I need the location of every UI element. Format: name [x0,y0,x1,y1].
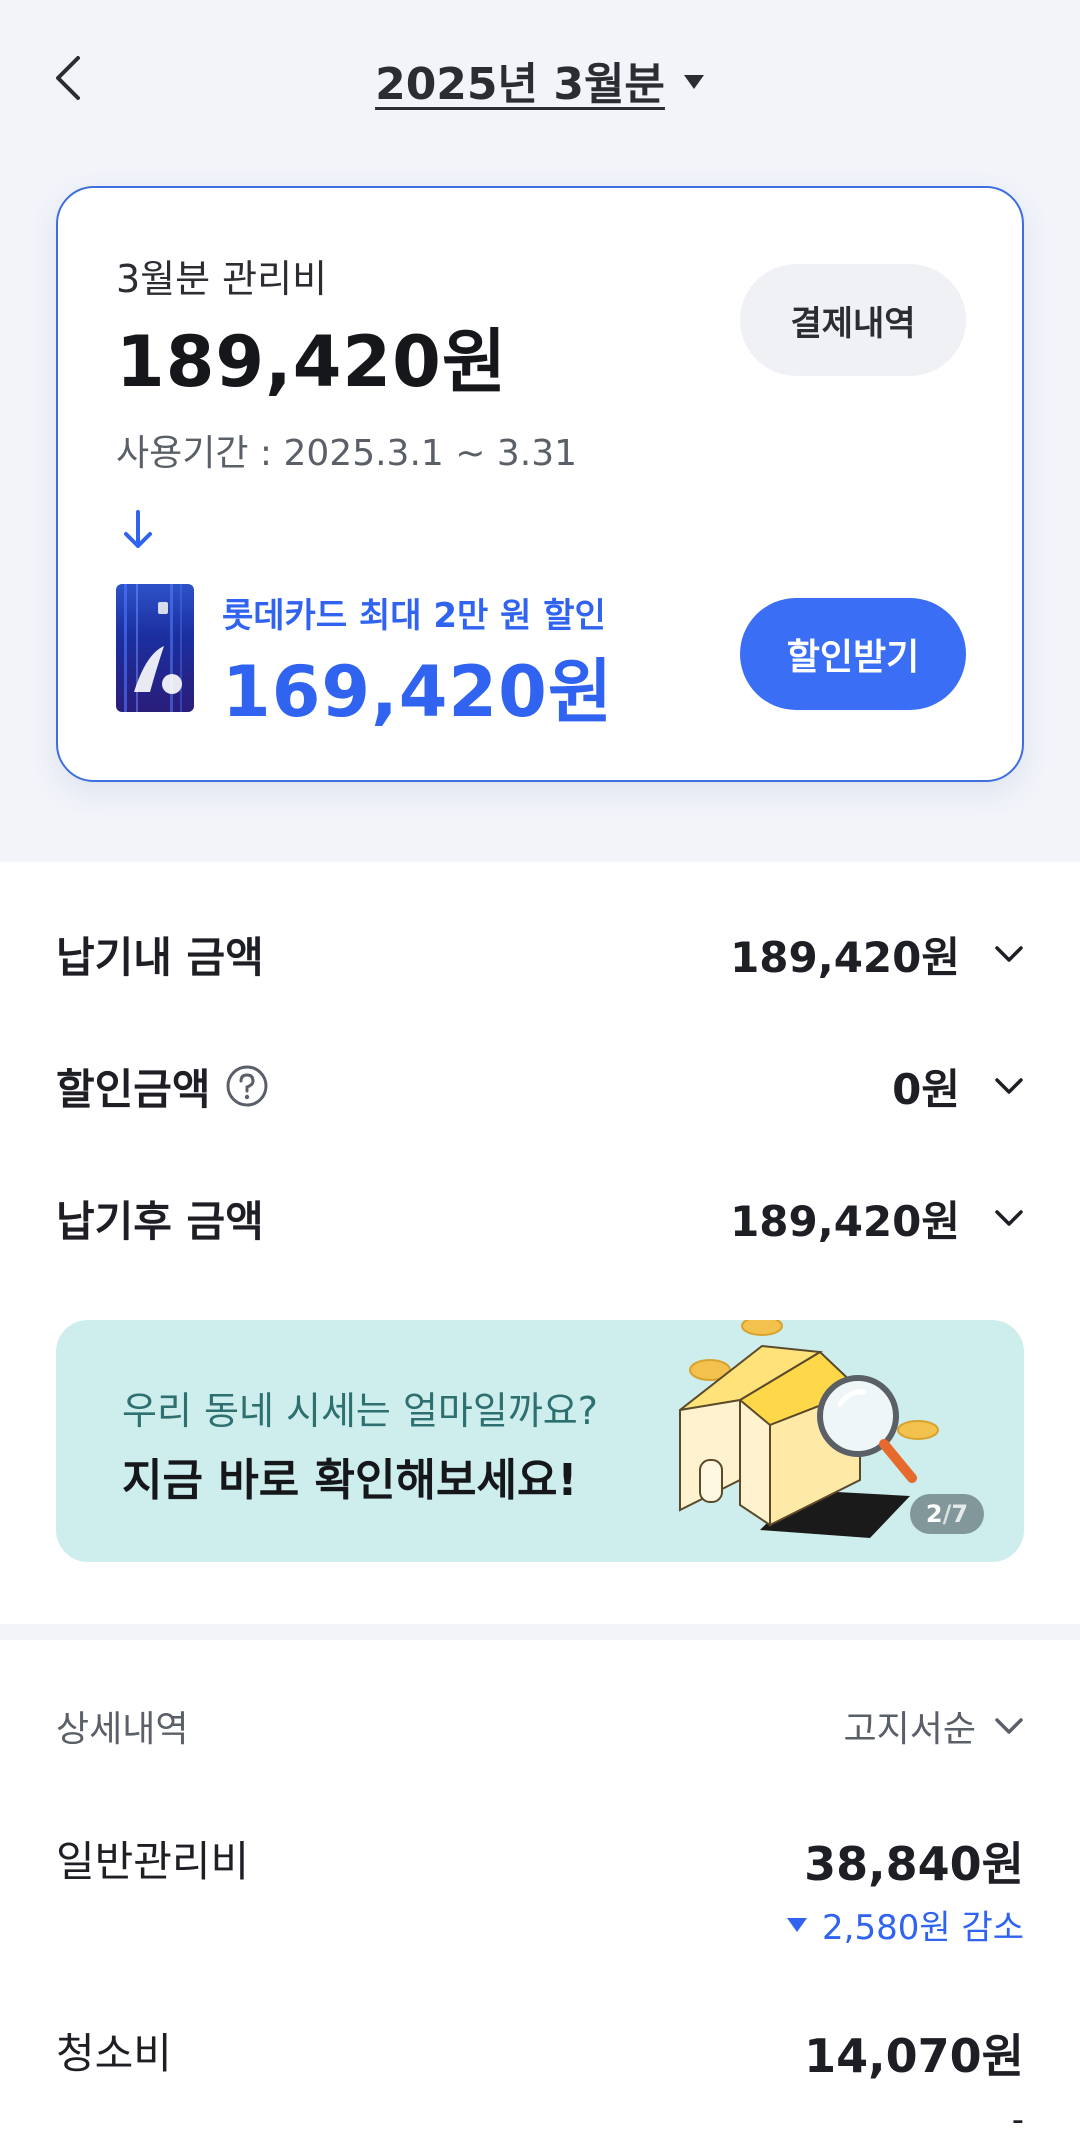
row-label: 할인금액 [56,1064,211,1114]
bill-summary-card: 3월분 관리비 189,420원 사용기간 : 2025.3.1 ~ 3.31 … [56,186,1024,782]
summary-section: 2025년 3월분 3월분 관리비 189,420원 사용기간 : 2025.3… [0,0,1080,862]
chevron-down-icon[interactable] [994,945,1024,963]
item-name: 일반관리비 [56,1837,250,1886]
section-divider [0,1624,1080,1640]
total-amount: 189,420원 [116,321,508,403]
item-amount: 14,070원 [804,2029,1024,2083]
payment-history-button[interactable]: 결제내역 [740,264,966,376]
get-discount-button[interactable]: 할인받기 [740,598,966,710]
chevron-down-icon[interactable] [994,1209,1024,1227]
item-change: 2,580원 감소 [786,1900,1024,1949]
promo-text: 롯데카드 최대 2만 원 할인 [222,596,606,636]
detail-item[interactable]: 청소비 14,070원 - [56,2020,1024,2150]
details-title: 상세내역 [56,1709,189,1750]
sort-dropdown[interactable]: 고지서순 [844,1700,1024,1752]
item-name: 청소비 [56,2029,172,2078]
row-label: 납기후 금액 [56,1196,264,1246]
row-due-amount[interactable]: 납기내 금액 189,420원 [56,914,1024,994]
page-title[interactable]: 2025년 3월분 [375,48,665,112]
banner-line2: 지금 바로 확인해보세요! [122,1455,578,1506]
discounted-amount: 169,420원 [222,651,614,733]
chevron-down-icon[interactable] [994,1077,1024,1095]
help-icon[interactable] [225,1064,269,1108]
month-label: 3월분 관리비 [116,257,328,301]
ad-banner[interactable]: 우리 동네 시세는 얼마일까요? 지금 바로 확인해보세요! 2 / 7 [56,1320,1024,1562]
row-label: 납기내 금액 [56,932,264,982]
detail-item[interactable]: 일반관리비 38,840원 2,580원 감소 [56,1828,1024,1968]
sort-label: 고지서순 [843,1709,976,1750]
row-value: 189,420원 [730,1196,960,1246]
usage-period: 사용기간 : 2025.3.1 ~ 3.31 [116,433,578,474]
credit-card-image [116,584,194,712]
item-change: - [1011,2100,1024,2140]
banner-pager: 2 / 7 [910,1494,984,1534]
arrow-down-icon [124,510,152,548]
item-amount: 38,840원 [804,1837,1024,1891]
banner-line1: 우리 동네 시세는 얼마일까요? [122,1389,598,1433]
row-value: 0원 [892,1064,960,1114]
row-discount-amount[interactable]: 할인금액 0원 [56,1046,1024,1126]
top-header: 2025년 3월분 [0,0,1080,160]
caret-down-icon [787,1917,808,1932]
chevron-down-icon [995,1718,1023,1734]
month-selector[interactable]: 2025년 3월분 [0,48,1080,112]
caret-down-icon[interactable] [683,74,705,90]
row-late-amount[interactable]: 납기후 금액 189,420원 [56,1178,1024,1258]
row-value: 189,420원 [730,932,960,982]
details-header: 상세내역 고지서순 [56,1696,1024,1756]
